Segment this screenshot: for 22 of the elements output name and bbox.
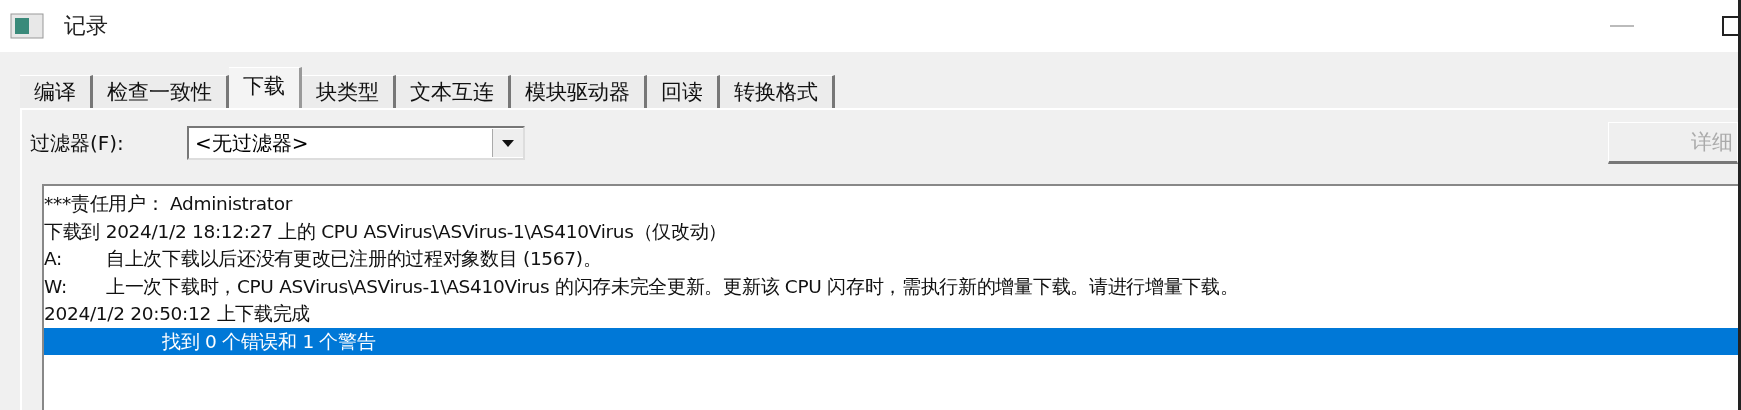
tab[interactable]: 转换格式 [720,75,835,108]
tab[interactable]: 检查一致性 [93,75,229,108]
log-prefix: W: [44,275,68,297]
log-line[interactable]: ***责任用户： Administrator [44,190,1738,218]
log-line[interactable]: A: 自上次下载以后还没有更改已注册的过程对象数目 (1567)。 [44,245,1738,273]
tab[interactable]: 文本互连 [396,75,511,108]
log-prefix: A: [44,248,63,270]
app-icon [10,13,44,39]
filter-label: 过滤器(F): [30,129,125,157]
filter-dropdown[interactable]: <无过滤器> [187,126,525,160]
tab[interactable]: 下载 [229,67,302,108]
tab[interactable]: 模块驱动器 [511,75,647,108]
tab[interactable]: 块类型 [302,75,396,108]
log-line[interactable]: 下载到 2024/1/2 18:12:27 上的 CPU ASVirus\ASVirus-1\AS410Virus（仅改动） [44,217,1738,245]
maximize-icon[interactable] [1722,16,1738,36]
log-line[interactable]: 2024/1/2 20:50:12 上下载完成 [44,300,1738,328]
log-message: 自上次下载以后还没有更改已注册的过程对象数目 (1567)。 [106,247,602,272]
log-line[interactable]: W: 上一次下载时，CPU ASVirus\ASVirus-1\AS410Virus 的闪存未完全更新。更新该 CPU 闪存时，需执行新的增量下载。请进行增量下载。 [44,272,1738,300]
tab[interactable]: 编译 [20,75,93,108]
window-title: 记录 [64,12,108,40]
tab[interactable]: 回读 [647,75,720,108]
log-message: 上一次下载时，CPU ASVirus\ASVirus-1\AS410Virus 的闪存未完全更新。更新该 CPU 闪存时，需执行新的增量下载。请进行增量下载。 [106,274,1239,299]
